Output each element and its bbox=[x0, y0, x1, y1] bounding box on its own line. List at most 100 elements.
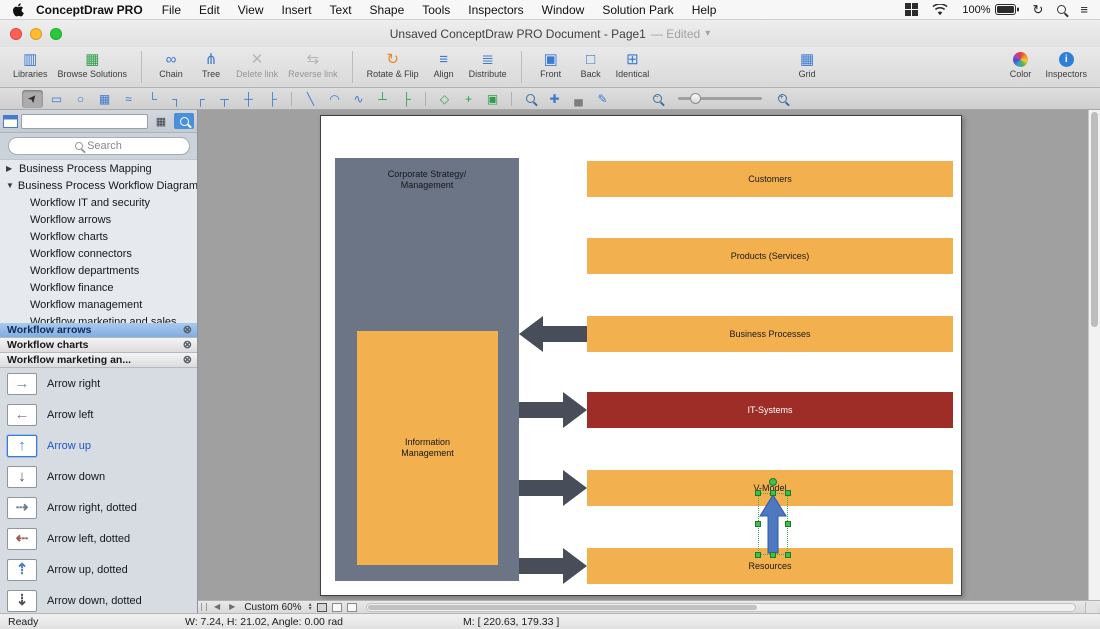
eyedropper-tool[interactable]: ✎ bbox=[592, 90, 613, 108]
zoom-level-control[interactable]: Custom 60% bbox=[242, 602, 303, 613]
shape-item-arrow-left[interactable]: ← Arrow left bbox=[0, 399, 197, 430]
horizontal-scrollbar-thumb[interactable] bbox=[367, 604, 758, 610]
chain-button[interactable]: ∞ Chain bbox=[151, 49, 191, 80]
apple-menu-icon[interactable] bbox=[12, 2, 24, 17]
wifi-icon[interactable] bbox=[932, 3, 948, 16]
polyline-tool[interactable]: ≈ bbox=[118, 90, 139, 108]
browse-solutions-button[interactable]: ▦ Browse Solutions bbox=[53, 49, 133, 80]
resize-handle-middle-left[interactable] bbox=[755, 521, 761, 527]
library-panel-workflow-arrows[interactable]: Workflow arrows ⊗ bbox=[0, 323, 197, 338]
disclosure-triangle-icon[interactable]: ▶ bbox=[6, 164, 15, 173]
zoom-slider-knob[interactable] bbox=[690, 93, 701, 104]
resize-handle-top-right[interactable] bbox=[785, 490, 791, 496]
library-filter-input[interactable] bbox=[21, 113, 148, 129]
zoom-out-button[interactable]: − bbox=[647, 90, 668, 108]
diagram-information-management-block[interactable]: Information Management bbox=[357, 331, 498, 565]
selected-arrow-up-shape[interactable] bbox=[755, 478, 791, 558]
zoom-stepper-down-icon[interactable]: ▾ bbox=[309, 606, 312, 612]
back-button[interactable]: □ Back bbox=[571, 49, 611, 80]
connector-bus-tool[interactable]: ┬ bbox=[214, 90, 235, 108]
menu-view[interactable]: View bbox=[229, 3, 273, 17]
tree-item-workflow-charts[interactable]: Workflow charts bbox=[0, 228, 197, 245]
page-view-button-2[interactable] bbox=[331, 602, 342, 612]
splitter-grip[interactable] bbox=[201, 603, 207, 611]
delete-link-button[interactable]: ✕ Delete link bbox=[231, 49, 283, 80]
disclosure-triangle-icon[interactable]: ▼ bbox=[6, 181, 14, 190]
zoom-window-button[interactable] bbox=[50, 28, 62, 40]
connector-arc-tool[interactable]: ┌ bbox=[190, 90, 211, 108]
resize-handle-top-left[interactable] bbox=[755, 490, 761, 496]
zoom-slider[interactable] bbox=[678, 93, 762, 104]
tree-item-workflow-departments[interactable]: Workflow departments bbox=[0, 262, 197, 279]
shape-item-arrow-right[interactable]: → Arrow right bbox=[0, 368, 197, 399]
ellipse-tool[interactable]: ○ bbox=[70, 90, 91, 108]
sync-icon[interactable]: ↻ bbox=[1033, 3, 1044, 16]
horizontal-scrollbar[interactable] bbox=[365, 602, 1076, 612]
rectangle-tool[interactable]: ▭ bbox=[46, 90, 67, 108]
select-tool[interactable]: ➤ bbox=[22, 89, 43, 108]
battery-status[interactable]: 100% bbox=[962, 4, 1019, 16]
add-anchor-tool[interactable]: + bbox=[458, 90, 479, 108]
tree-horizontal-tool[interactable]: ├ bbox=[396, 90, 417, 108]
menu-file[interactable]: File bbox=[153, 3, 190, 17]
vertical-scrollbar[interactable] bbox=[1088, 110, 1100, 600]
connector-smart-tool[interactable]: ┐ bbox=[166, 90, 187, 108]
rotation-handle[interactable] bbox=[769, 478, 777, 486]
front-button[interactable]: ▣ Front bbox=[531, 49, 571, 80]
menu-tools[interactable]: Tools bbox=[413, 3, 459, 17]
tree-item-workflow-management[interactable]: Workflow management bbox=[0, 296, 197, 313]
tree-item-workflow-finance[interactable]: Workflow finance bbox=[0, 279, 197, 296]
menu-window[interactable]: Window bbox=[533, 3, 594, 17]
display-grid-icon[interactable] bbox=[905, 3, 919, 16]
diagram-bar-products-services[interactable]: Products (Services) bbox=[587, 238, 953, 274]
diagram-bar-it-systems[interactable]: IT-Systems bbox=[587, 392, 953, 428]
distribute-button[interactable]: ≣ Distribute bbox=[464, 49, 512, 80]
tree-item-workflow-connectors[interactable]: Workflow connectors bbox=[0, 245, 197, 262]
zoom-in-button[interactable]: + bbox=[772, 90, 793, 108]
connector-direct-tool[interactable]: └ bbox=[142, 90, 163, 108]
menu-shape[interactable]: Shape bbox=[361, 3, 414, 17]
shape-item-arrow-down-dotted[interactable]: ⇣ Arrow down, dotted bbox=[0, 585, 197, 613]
resize-handle-bottom-left[interactable] bbox=[755, 552, 761, 558]
tree-item-workflow-it-and-security[interactable]: Workflow IT and security bbox=[0, 194, 197, 211]
app-menu-title[interactable]: ConceptDraw PRO bbox=[28, 3, 153, 17]
stamp-tool[interactable]: ▄ bbox=[568, 90, 589, 108]
menu-solution-park[interactable]: Solution Park bbox=[593, 3, 682, 17]
resize-handle-bottom-right[interactable] bbox=[785, 552, 791, 558]
menu-extras-icon[interactable]: ≡ bbox=[1080, 3, 1088, 16]
menu-inspectors[interactable]: Inspectors bbox=[459, 3, 532, 17]
minimize-window-button[interactable] bbox=[30, 28, 42, 40]
document-page[interactable]: Corporate Strategy/ Management Informati… bbox=[320, 115, 962, 596]
menu-help[interactable]: Help bbox=[683, 3, 726, 17]
reverse-link-button[interactable]: ⇆ Reverse link bbox=[283, 49, 343, 80]
zoom-stepper[interactable]: ▴ ▾ bbox=[309, 602, 312, 612]
connector-round-tool[interactable]: ┼ bbox=[238, 90, 259, 108]
shape-item-arrow-up[interactable]: ↑ Arrow up bbox=[0, 430, 197, 461]
close-panel-icon[interactable]: ⊗ bbox=[183, 339, 192, 351]
diagram-bar-customers[interactable]: Customers bbox=[587, 161, 953, 197]
shape-item-arrow-right-dotted[interactable]: ⇢ Arrow right, dotted bbox=[0, 492, 197, 523]
page-view-button-1[interactable] bbox=[316, 602, 327, 612]
resize-handle-middle-right[interactable] bbox=[785, 521, 791, 527]
grid-view-button[interactable]: ▦ bbox=[151, 113, 171, 129]
libraries-button[interactable]: ▥ Libraries bbox=[8, 49, 53, 80]
rotate-flip-button[interactable]: ↻ Rotate & Flip bbox=[362, 49, 424, 80]
transform-tool[interactable]: ◇ bbox=[434, 90, 455, 108]
close-panel-icon[interactable]: ⊗ bbox=[183, 354, 192, 366]
page-view-button-3[interactable] bbox=[346, 602, 357, 612]
menu-text[interactable]: Text bbox=[321, 3, 361, 17]
diagram-bar-business-processes[interactable]: Business Processes bbox=[587, 316, 953, 352]
library-panel-icon[interactable] bbox=[3, 114, 18, 128]
flow-arrow-right-v-model[interactable] bbox=[519, 470, 587, 506]
resize-handle-bottom-center[interactable] bbox=[770, 552, 776, 558]
search-input[interactable]: Search bbox=[7, 137, 190, 155]
sidebar-search-button[interactable] bbox=[174, 113, 194, 129]
align-button[interactable]: ≡ Align bbox=[424, 49, 464, 80]
identical-button[interactable]: ⊞ Identical bbox=[611, 49, 655, 80]
zoom-tool[interactable] bbox=[520, 90, 541, 108]
vertical-scrollbar-thumb[interactable] bbox=[1091, 112, 1098, 327]
tree-vertical-tool[interactable]: ┴ bbox=[372, 90, 393, 108]
next-page-button[interactable]: ▶ bbox=[227, 602, 237, 612]
close-window-button[interactable] bbox=[10, 28, 22, 40]
close-panel-icon[interactable]: ⊗ bbox=[183, 324, 192, 336]
